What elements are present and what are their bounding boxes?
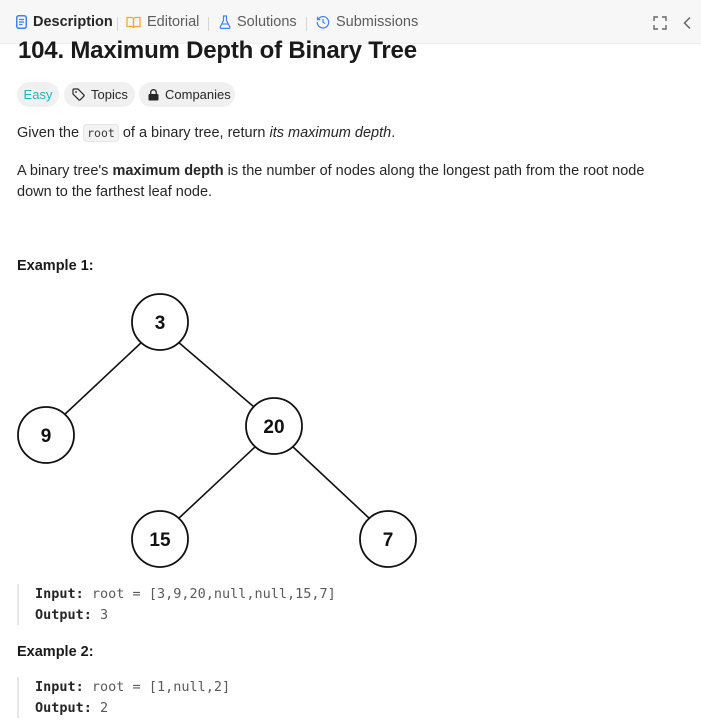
- tab-divider: [208, 17, 209, 31]
- chevron-left-icon[interactable]: [679, 14, 697, 32]
- node-20-label: 20: [263, 417, 284, 438]
- tab-divider: [306, 17, 307, 31]
- difficulty-label: Easy: [23, 87, 53, 102]
- topics-button[interactable]: Topics: [64, 82, 135, 107]
- example-1-input-line: Input: root = [3,9,20,null,null,15,7]: [35, 586, 336, 602]
- tab-divider: [117, 17, 118, 31]
- book-icon: [126, 16, 141, 28]
- problem-title: 104. Maximum Depth of Binary Tree: [18, 37, 417, 64]
- binary-tree-diagram: 3 9 20 15 7: [17, 293, 417, 568]
- description-icon: [16, 15, 27, 29]
- tab-solutions-label: Solutions: [237, 14, 297, 30]
- tag-icon: [72, 88, 85, 101]
- example-1-heading: Example 1:: [17, 258, 94, 274]
- companies-label: Companies: [165, 87, 231, 102]
- example-2-output-line: Output: 2: [35, 699, 109, 716]
- example-2-input-line: Input: root = [1,null,2]: [35, 679, 231, 695]
- node-15-label: 15: [149, 530, 171, 551]
- edge-20-15: [177, 445, 257, 520]
- node-3-label: 3: [155, 313, 166, 334]
- companies-button[interactable]: Companies: [139, 82, 235, 107]
- example-1-block: Input: root = [3,9,20,null,null,15,7] Ou…: [17, 584, 517, 625]
- edge-20-7: [291, 445, 371, 520]
- example-2-heading: Example 2:: [17, 644, 94, 660]
- node-7-label: 7: [383, 530, 394, 551]
- tab-editorial-label: Editorial: [147, 14, 200, 30]
- tab-description-label: Description: [33, 14, 113, 30]
- edge-3-9: [62, 340, 144, 417]
- topics-label: Topics: [91, 87, 128, 102]
- edge-3-20: [176, 340, 255, 408]
- example-1-output-line: Output: 3: [35, 606, 109, 623]
- node-9-label: 9: [41, 426, 52, 447]
- lock-icon: [148, 88, 159, 100]
- example-2-block: Input: root = [1,null,2] Output: 2: [17, 677, 517, 718]
- history-icon: [316, 15, 330, 29]
- description-paragraph-1: Given the root of a binary tree, return …: [17, 124, 396, 142]
- flask-icon: [219, 15, 231, 29]
- tab-submissions-label: Submissions: [336, 14, 419, 30]
- inline-code-root: root: [83, 124, 119, 142]
- expand-icon[interactable]: [651, 14, 669, 32]
- difficulty-badge: Easy: [17, 82, 59, 107]
- description-paragraph-2: A binary tree's maximum depth is the num…: [17, 163, 645, 200]
